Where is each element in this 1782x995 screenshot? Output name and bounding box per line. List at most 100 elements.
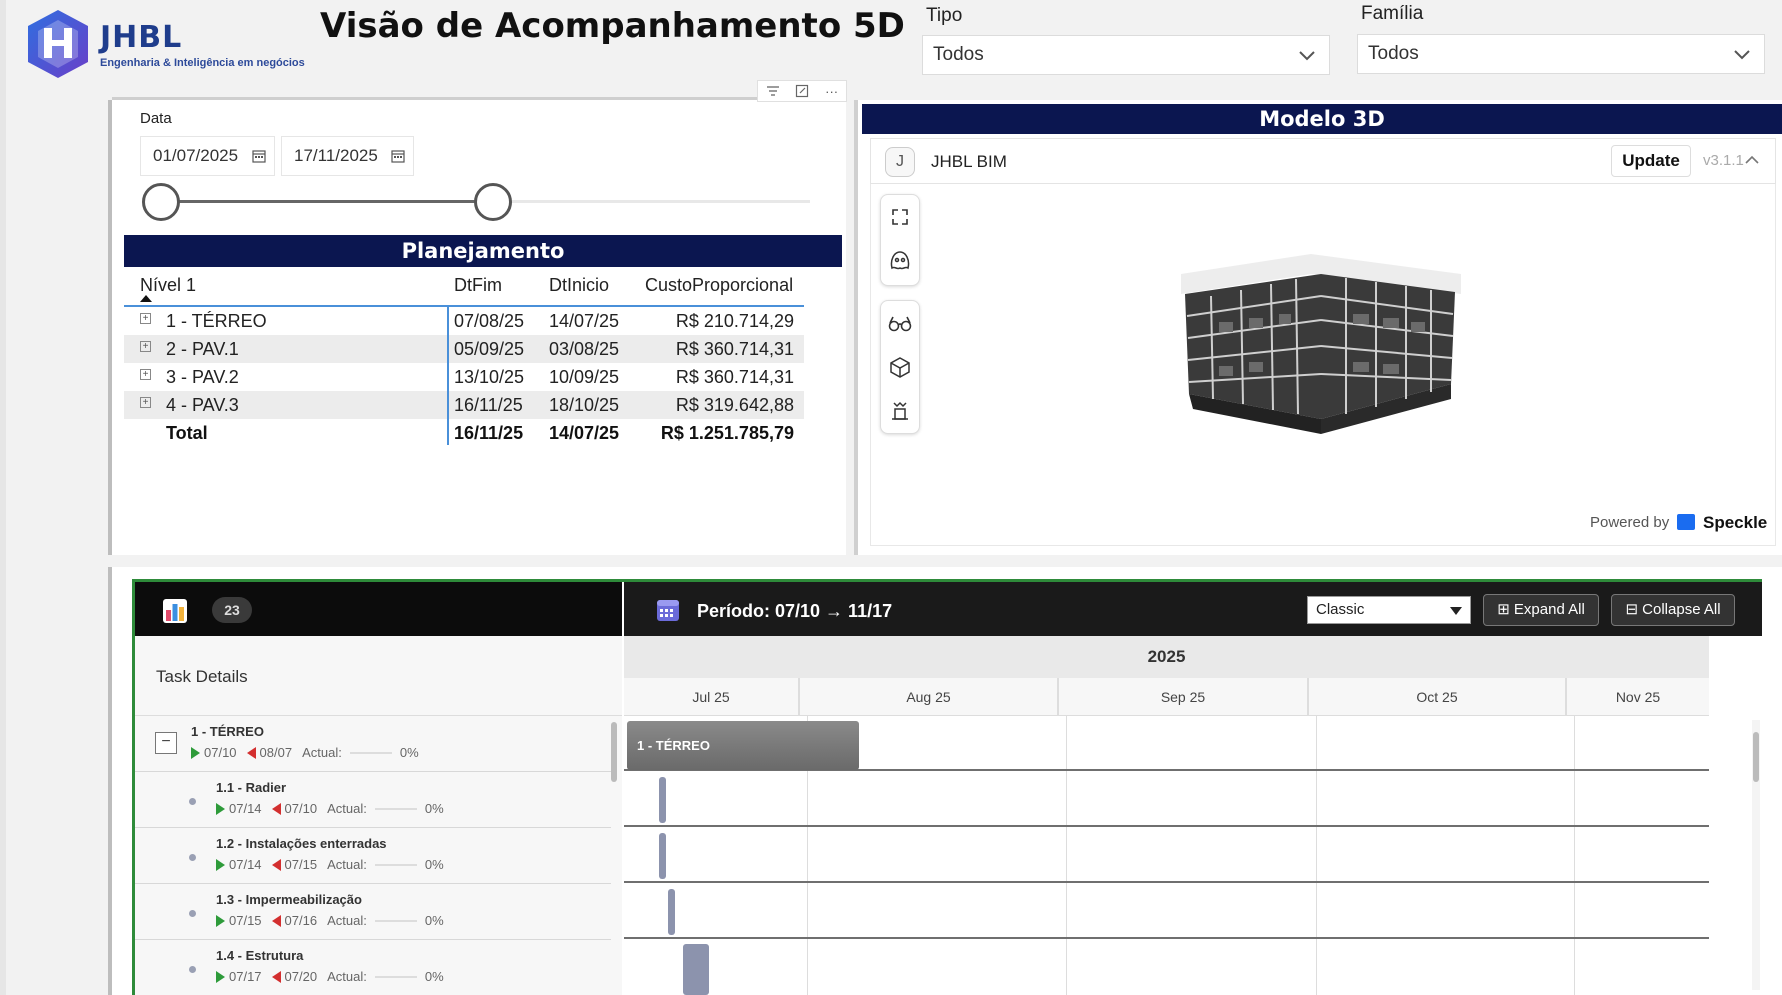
month-sep: Sep 25 <box>1059 678 1309 716</box>
cell-custo: R$ 319.642,88 <box>675 395 794 415</box>
actual-label: Actual: <box>327 857 367 872</box>
task-row[interactable]: − 1 - TÉRREO 07/10 08/07 Actual: 0% <box>135 716 611 772</box>
expand-icon[interactable]: + <box>140 341 151 352</box>
total-custo: R$ 1.251.785,79 <box>660 423 794 443</box>
date-filter-label: Data <box>140 110 172 127</box>
task-row[interactable]: 1.4 - Estrutura 07/17 07/20 Actual: 0% <box>135 940 611 995</box>
viewer-tool-group-2 <box>880 300 920 434</box>
familia-label: Família <box>1361 3 1424 24</box>
gantt-bar-task[interactable] <box>659 777 666 823</box>
focus-mode-icon[interactable] <box>795 84 809 98</box>
view-mode-select[interactable]: Classic <box>1307 596 1471 624</box>
task-end: 07/20 <box>284 969 318 984</box>
task-dates: 07/14 07/15 Actual: 0% <box>216 857 444 872</box>
col-header-dtfim[interactable]: DtFim <box>454 275 502 296</box>
ghost-icon <box>890 251 910 270</box>
expand-icon[interactable]: + <box>140 369 151 380</box>
collapse-group-button[interactable]: − <box>155 732 177 754</box>
total-label: Total <box>166 423 208 443</box>
cell-dtinicio: 18/10/25 <box>549 395 620 415</box>
task-list-scrollbar[interactable] <box>611 722 617 782</box>
table-row: + 1 - TÉRREO 07/08/25 14/07/25 R$ 210.71… <box>124 307 804 335</box>
table-total-row: Total 16/11/25 14/07/25 R$ 1.251.785,79 <box>124 419 804 447</box>
table-row: + 3 - PAV.2 13/10/25 10/09/25 R$ 360.714… <box>124 363 804 391</box>
progress-track <box>374 863 417 866</box>
task-name: 1.1 - Radier <box>216 780 287 795</box>
update-button[interactable]: Update <box>1611 145 1691 177</box>
cell-nivel: 1 - TÉRREO <box>166 311 267 331</box>
gantt-bar-task[interactable] <box>659 833 666 879</box>
building-model-render[interactable] <box>1171 234 1471 454</box>
end-date-input[interactable]: 17/11/2025 <box>281 136 414 176</box>
cell-custo: R$ 360.714,31 <box>675 367 794 387</box>
section-box-button[interactable] <box>881 389 919 433</box>
end-arrow-icon <box>271 914 281 927</box>
month-jul: Jul 25 <box>624 678 800 716</box>
collapse-all-button[interactable]: ⊟ Collapse All <box>1611 594 1735 626</box>
powered-by-label: Powered by <box>1590 514 1670 531</box>
task-name: 1.2 - Instalações enterradas <box>216 836 387 851</box>
more-options-icon[interactable]: ··· <box>825 84 838 99</box>
viewer-tool-group-1 <box>880 194 920 286</box>
gantt-scrollbar[interactable] <box>1752 720 1760 990</box>
project-name: JHBL BIM <box>931 152 1007 171</box>
actual-label: Actual: <box>302 745 342 760</box>
actual-label: Actual: <box>327 801 367 816</box>
date-slider-start-handle[interactable] <box>142 183 180 221</box>
expand-icon[interactable]: + <box>140 397 151 408</box>
date-slider-end-handle[interactable] <box>474 183 512 221</box>
col-header-nivel[interactable]: Nível 1 <box>140 275 196 296</box>
ghost-mode-button[interactable] <box>881 239 919 283</box>
gantt-bar-group[interactable]: 1 - TÉRREO <box>627 721 859 770</box>
bar-chart-icon <box>163 599 187 623</box>
gantt-bar-task[interactable] <box>683 944 709 995</box>
familia-dropdown[interactable]: Todos <box>1357 34 1765 74</box>
total-dtfim: 16/11/25 <box>454 423 524 443</box>
tipo-dropdown[interactable]: Todos <box>922 35 1330 75</box>
start-date-input[interactable]: 01/07/2025 <box>140 136 275 176</box>
end-arrow-icon <box>271 802 281 815</box>
month-aug: Aug 25 <box>800 678 1059 716</box>
date-slider-range <box>160 200 494 203</box>
logo-name: JHBL <box>100 19 183 55</box>
views-button[interactable] <box>881 301 919 345</box>
grid-line <box>1574 716 1575 995</box>
month-nov: Nov 25 <box>1615 689 1661 705</box>
task-end: 07/10 <box>284 801 318 816</box>
cell-dtfim: 07/08/25 <box>454 311 525 331</box>
table-row: + 4 - PAV.3 16/11/25 18/10/25 R$ 319.642… <box>124 391 804 419</box>
model-button[interactable] <box>881 345 919 389</box>
task-row[interactable]: 1.2 - Instalações enterradas 07/14 07/15… <box>135 828 611 884</box>
task-progress: 0% <box>399 745 419 760</box>
gantt-bar-task[interactable] <box>668 889 675 935</box>
task-row[interactable]: 1.3 - Impermeabilização 07/15 07/16 Actu… <box>135 884 611 940</box>
progress-track <box>374 807 417 810</box>
total-dtinicio: 14/07/25 <box>549 423 620 443</box>
version-label: v3.1.1 <box>1703 152 1744 169</box>
task-start: 07/10 <box>204 745 237 760</box>
speckle-brand[interactable]: Speckle <box>1703 513 1767 533</box>
row-separator <box>624 825 1709 827</box>
chevron-up-icon[interactable] <box>1743 151 1761 169</box>
cube-icon <box>890 357 910 378</box>
grid-line <box>1316 716 1317 995</box>
task-progress: 0% <box>424 801 444 816</box>
col-header-custo[interactable]: CustoProporcional <box>645 275 793 296</box>
cell-nivel: 4 - PAV.3 <box>166 395 239 415</box>
gantt-left-header <box>135 582 622 636</box>
task-row[interactable]: 1.1 - Radier 07/14 07/10 Actual: 0% <box>135 772 611 828</box>
expand-icon[interactable]: + <box>140 313 151 324</box>
row-separator <box>624 937 1709 939</box>
filter-icon[interactable] <box>766 84 780 98</box>
chevron-down-icon <box>1299 51 1315 61</box>
speckle-logo-icon <box>1677 514 1695 530</box>
cell-dtfim: 13/10/25 <box>454 367 525 387</box>
col-header-dtinicio[interactable]: DtInicio <box>549 275 609 296</box>
chevron-down-icon <box>1734 50 1750 60</box>
task-end: 07/16 <box>284 913 318 928</box>
expand-all-button[interactable]: ⊞ Expand All <box>1483 594 1599 626</box>
3d-viewer[interactable] <box>870 184 1776 546</box>
fullscreen-button[interactable] <box>881 195 919 239</box>
progress-track <box>374 975 417 978</box>
scrollbar-thumb[interactable] <box>1753 732 1759 782</box>
